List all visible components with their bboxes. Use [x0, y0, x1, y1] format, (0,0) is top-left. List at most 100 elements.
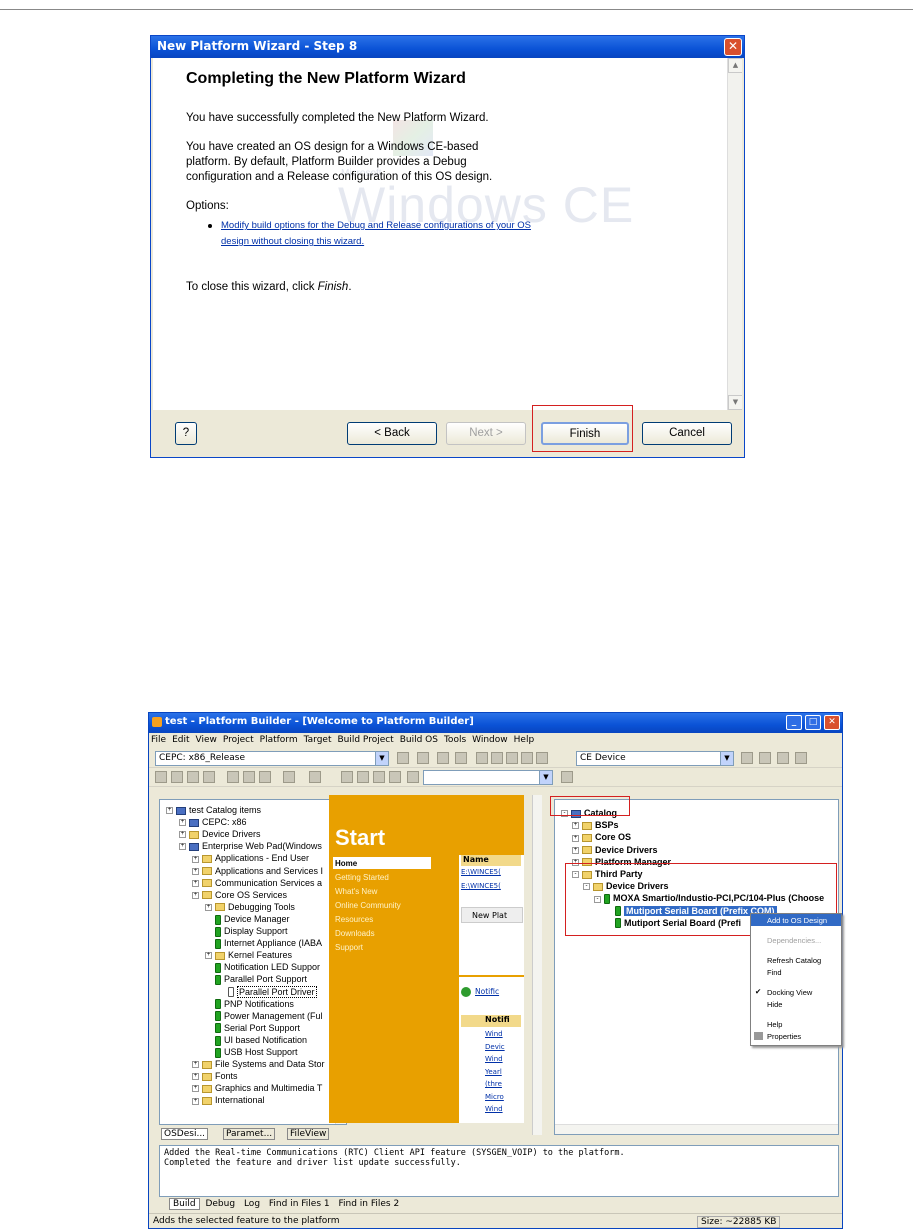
detach-icon[interactable] [777, 752, 789, 764]
expand-icon[interactable] [205, 940, 212, 947]
menu-properties[interactable]: Properties [767, 1032, 801, 1041]
notification-item[interactable]: Wind [485, 1105, 503, 1113]
menu-dependencies[interactable]: Dependencies... [767, 936, 821, 945]
save-all-icon[interactable] [203, 771, 215, 783]
expand-icon[interactable] [205, 1037, 212, 1044]
tree-item[interactable]: + Enterprise Web Pad(Windows [179, 840, 322, 852]
menu-help[interactable]: Help [514, 735, 535, 745]
notification-item[interactable]: (thre [485, 1080, 502, 1088]
tree-item[interactable]: + Fonts [192, 1070, 238, 1082]
notification-item[interactable]: Wind [485, 1030, 503, 1038]
device-combo[interactable]: CE Device ▼ [576, 751, 734, 766]
menu-add-to-os-design[interactable]: Add to OS Design [767, 916, 827, 925]
tree-item[interactable]: Internet Appliance (IABA [205, 937, 322, 949]
menu-edit[interactable]: Edit [172, 735, 189, 745]
menu-tools[interactable]: Tools [444, 735, 466, 745]
open-icon[interactable] [171, 771, 183, 783]
cut-icon[interactable] [227, 771, 239, 783]
tree-item[interactable]: + Core OS Services [192, 889, 287, 901]
tree-item[interactable]: + Debugging Tools [205, 901, 295, 913]
tree-item[interactable]: Parallel Port Support [205, 973, 307, 986]
tree-item[interactable]: + Device Drivers [179, 828, 261, 840]
tree-item[interactable]: Power Management (Ful [205, 1010, 323, 1022]
catalog-hscrollbar[interactable] [555, 1124, 838, 1134]
expand-icon[interactable]: + [192, 855, 199, 863]
minimize-icon[interactable]: _ [786, 715, 802, 730]
cut-icon[interactable] [417, 752, 429, 764]
menu-build-os[interactable]: Build OS [400, 735, 438, 745]
notifications-link[interactable]: Notific [475, 987, 499, 996]
nav-online-community[interactable]: Online Community [335, 901, 401, 910]
redo-icon[interactable] [309, 771, 321, 783]
tab-find-in-files-1[interactable]: Find in Files 1 [266, 1199, 333, 1209]
expand-icon[interactable]: + [192, 891, 199, 899]
expand-icon[interactable]: + [205, 903, 212, 911]
new-platform-button[interactable]: New Plat [461, 907, 523, 923]
tab-build[interactable]: Build [169, 1198, 200, 1210]
menu-platform[interactable]: Platform [260, 735, 298, 745]
tree-item[interactable]: + File Systems and Data Stor [192, 1058, 325, 1070]
wizard-scrollbar[interactable]: ▲ ▼ [727, 58, 742, 410]
expand-icon[interactable]: + [192, 1061, 199, 1069]
back-icon[interactable] [476, 752, 488, 764]
tab-parameter[interactable]: Paramet... [223, 1128, 276, 1140]
expand-icon[interactable] [205, 1001, 212, 1008]
help-button[interactable]: ? [175, 422, 197, 445]
scroll-down-icon[interactable]: ▼ [728, 395, 742, 410]
reload-icon[interactable] [521, 752, 533, 764]
connect-icon[interactable] [741, 752, 753, 764]
configuration-combo[interactable]: CEPC: x86_Release ▼ [155, 751, 389, 766]
chevron-down-icon[interactable]: ▼ [720, 752, 733, 765]
attach-icon[interactable] [759, 752, 771, 764]
expand-icon[interactable]: + [192, 1097, 199, 1105]
expand-icon[interactable] [205, 928, 212, 935]
device-options-icon[interactable] [795, 752, 807, 764]
expand-icon[interactable]: + [192, 1073, 199, 1081]
tree-item[interactable]: PNP Notifications [205, 998, 294, 1010]
expand-icon[interactable] [205, 1025, 212, 1032]
tab-log[interactable]: Log [241, 1199, 263, 1209]
notification-item[interactable]: Yearl [485, 1068, 502, 1076]
modify-build-options-link[interactable]: Modify build options for the Debug and R… [221, 218, 531, 250]
menu-file[interactable]: File [151, 735, 166, 745]
tree-item[interactable]: USB Host Support [205, 1046, 298, 1058]
expand-icon[interactable]: + [572, 834, 579, 842]
expand-icon[interactable]: + [572, 822, 579, 830]
tab-debug[interactable]: Debug [202, 1199, 238, 1209]
menu-view[interactable]: View [196, 735, 217, 745]
tree-item[interactable]: + CEPC: x86 [179, 816, 247, 828]
tree-item[interactable]: + Graphics and Multimedia T [192, 1082, 322, 1094]
notification-item[interactable]: Devic [485, 1043, 505, 1051]
stop-icon[interactable] [506, 752, 518, 764]
menu-refresh-catalog[interactable]: Refresh Catalog [767, 956, 821, 965]
chevron-down-icon[interactable]: ▼ [375, 752, 388, 765]
maximize-icon[interactable]: □ [805, 715, 821, 730]
expand-icon[interactable] [205, 916, 212, 923]
expand-icon[interactable]: + [192, 1085, 199, 1093]
notification-item[interactable]: Wind [485, 1055, 503, 1063]
catalog-item[interactable]: + Core OS [572, 831, 631, 843]
notification-item[interactable]: Micro [485, 1093, 504, 1101]
recent-project-2[interactable]: E:\WINCE5( [461, 882, 501, 890]
menu-project[interactable]: Project [223, 735, 254, 745]
expand-icon[interactable]: + [166, 807, 173, 815]
find-in-files-icon[interactable] [561, 771, 573, 783]
tree-item[interactable]: Device Manager [205, 913, 290, 925]
forward-icon[interactable] [491, 752, 503, 764]
expand-icon[interactable]: + [179, 843, 186, 851]
nav-downloads[interactable]: Downloads [335, 929, 375, 938]
tree-item[interactable]: Display Support [205, 925, 288, 937]
refresh-icon[interactable] [455, 752, 467, 764]
build-icon[interactable] [397, 752, 409, 764]
menu-target[interactable]: Target [304, 735, 332, 745]
next-button[interactable]: Next > [446, 422, 526, 445]
catalog-item[interactable]: + Device Drivers [572, 844, 658, 856]
menu-help[interactable]: Help [767, 1020, 782, 1029]
nav-support[interactable]: Support [335, 943, 363, 952]
menu-window[interactable]: Window [472, 735, 508, 745]
new-file-icon[interactable] [155, 771, 167, 783]
workspace-icon[interactable] [341, 771, 353, 783]
back-button[interactable]: < Back [347, 422, 437, 445]
windows-icon[interactable] [373, 771, 385, 783]
find-icon[interactable] [407, 771, 419, 783]
